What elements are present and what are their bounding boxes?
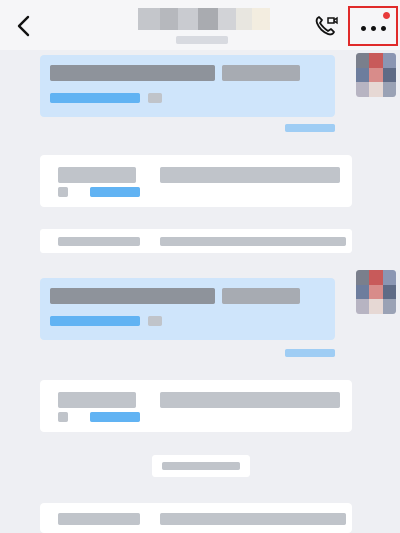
- message-text-blurred: [148, 316, 162, 326]
- chevron-left-icon: [17, 15, 30, 37]
- message-text-blurred: [160, 513, 346, 525]
- outgoing-message-bubble[interactable]: [40, 55, 335, 117]
- incoming-message-card[interactable]: [40, 503, 352, 533]
- message-text-blurred: [160, 167, 340, 183]
- message-text-blurred: [222, 288, 300, 304]
- system-notice: [40, 229, 352, 253]
- message-text-blurred: [160, 392, 340, 408]
- message-text-blurred: [58, 187, 68, 197]
- message-status-blurred: [285, 124, 335, 132]
- message-link-blurred: [90, 412, 140, 422]
- phone-video-icon: [315, 16, 338, 36]
- message-link-blurred: [50, 316, 140, 326]
- user-avatar[interactable]: [356, 53, 396, 97]
- message-text-blurred: [58, 392, 136, 408]
- notice-text-blurred: [160, 237, 346, 246]
- user-avatar[interactable]: [356, 270, 396, 314]
- chat-subtitle-blurred: [176, 36, 228, 44]
- notification-dot: [383, 12, 390, 19]
- more-options-button[interactable]: [348, 6, 398, 46]
- message-text-blurred: [58, 412, 68, 422]
- more-horizontal-icon: [360, 25, 386, 31]
- message-link-blurred: [50, 93, 140, 103]
- message-text-blurred: [50, 65, 215, 81]
- back-button[interactable]: [10, 12, 38, 40]
- timestamp-blurred: [152, 455, 250, 477]
- message-text-blurred: [148, 93, 162, 103]
- message-text-blurred: [50, 288, 215, 304]
- call-button[interactable]: [312, 12, 340, 40]
- message-link-blurred: [90, 187, 140, 197]
- incoming-message-card[interactable]: [40, 155, 352, 207]
- message-status-blurred: [285, 349, 335, 357]
- chat-title-blurred: [138, 8, 270, 30]
- message-text-blurred: [58, 167, 136, 183]
- timestamp-text-blurred: [162, 462, 240, 470]
- notice-text-blurred: [58, 237, 140, 246]
- message-text-blurred: [58, 513, 140, 525]
- outgoing-message-bubble[interactable]: [40, 278, 335, 340]
- message-text-blurred: [222, 65, 300, 81]
- incoming-message-card[interactable]: [40, 380, 352, 432]
- chat-header: [0, 0, 400, 50]
